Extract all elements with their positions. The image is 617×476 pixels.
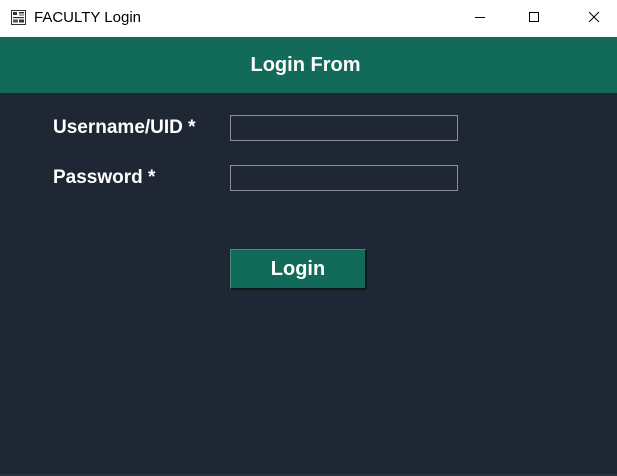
maximize-icon	[528, 10, 540, 28]
close-button[interactable]	[571, 0, 617, 37]
faculty-login-window: FACULTY Login Login From Username/UID * …	[0, 0, 617, 476]
minimize-icon	[474, 10, 486, 28]
header-banner: Login From	[0, 37, 617, 93]
password-input[interactable]	[230, 165, 458, 191]
login-button-label: Login	[270, 257, 326, 280]
username-input[interactable]	[230, 115, 458, 141]
minimize-button[interactable]	[457, 0, 503, 37]
window-title: FACULTY Login	[34, 9, 141, 26]
login-button[interactable]: Login	[230, 249, 367, 290]
app-window-icon	[11, 10, 26, 25]
page-title: Login From	[250, 53, 361, 76]
maximize-button[interactable]	[511, 0, 557, 37]
title-bar: FACULTY Login	[0, 0, 617, 37]
password-label: Password *	[53, 167, 156, 188]
username-label: Username/UID *	[53, 117, 196, 138]
close-icon	[588, 10, 600, 28]
